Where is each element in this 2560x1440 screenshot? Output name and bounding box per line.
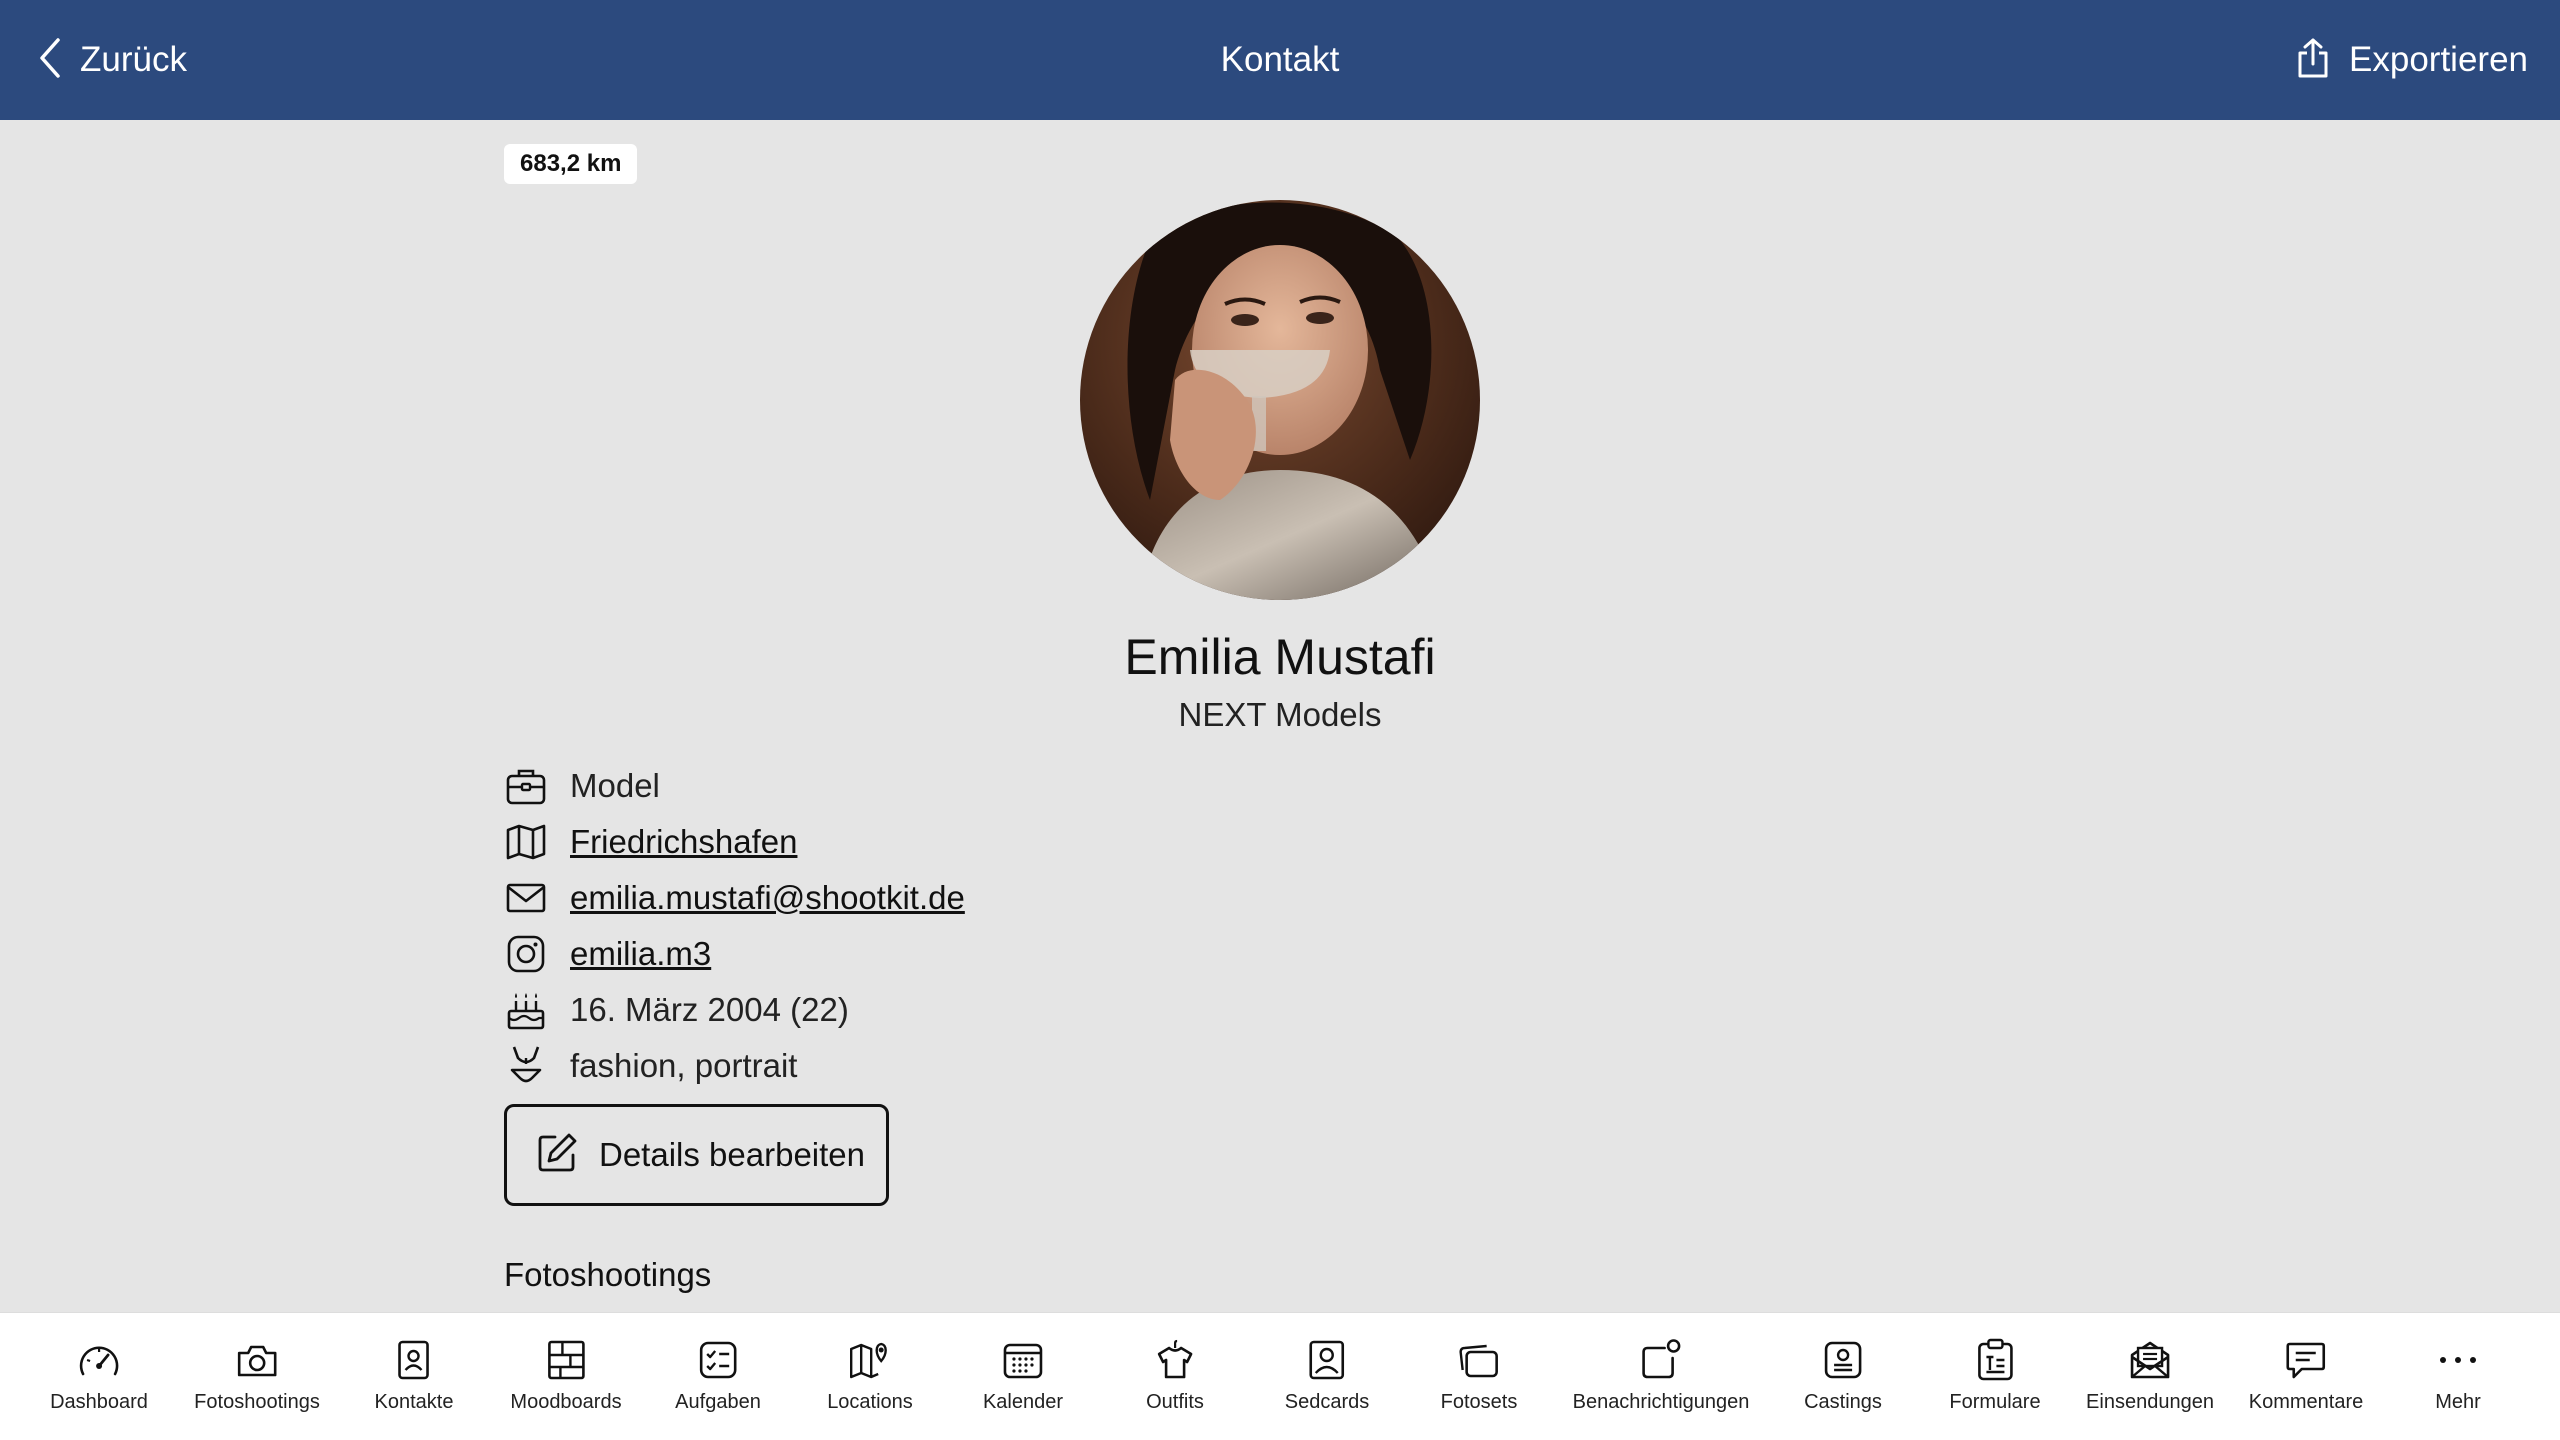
tab-sedcards[interactable]: Sedcards (1284, 1313, 1370, 1440)
tab-mehr[interactable]: Mehr (2435, 1313, 2481, 1440)
role-text: Model (570, 767, 660, 804)
tab-label: Benachrichtigungen (1572, 1391, 1750, 1413)
tab-fotoshootings[interactable]: Fotoshootings (194, 1313, 320, 1440)
calendar-icon (1000, 1337, 1046, 1383)
tab-benachrichtigungen[interactable]: Benachrichtigungen (1572, 1313, 1750, 1440)
shirt-icon (1152, 1337, 1198, 1383)
swimwear-icon (504, 1044, 548, 1088)
distance-badge: 683,2 km (504, 144, 638, 184)
clipboard-form-icon (1972, 1337, 2018, 1383)
briefcase-icon (504, 764, 548, 808)
company-name: NEXT Models (1178, 696, 1382, 733)
city-link[interactable]: Friedrichshafen (570, 823, 797, 861)
back-button-label: Zurück (80, 40, 187, 79)
tab-label: Kommentare (2248, 1391, 2364, 1413)
tab-einsendungen[interactable]: Einsendungen (2086, 1313, 2214, 1440)
chevron-left-icon (38, 37, 62, 84)
email-row: emilia.mustafi@shootkit.de (504, 870, 965, 926)
notification-icon (1638, 1337, 1684, 1383)
tab-label: Sedcards (1284, 1391, 1370, 1413)
contact-details-list: Model Friedrichshafen emilia.mustafi@sho… (504, 758, 965, 1094)
tab-locations[interactable]: Locations (827, 1313, 913, 1440)
categories-row: fashion, portrait (504, 1038, 965, 1094)
bottom-tab-bar: Dashboard Fotoshootings Kontakte Moodboa… (0, 1312, 2560, 1440)
export-button-label: Exportieren (2349, 40, 2528, 79)
tab-label: Kontakte (374, 1391, 454, 1413)
role-row: Model (504, 758, 965, 814)
birthday-cake-icon (504, 988, 548, 1032)
back-button[interactable]: Zurück (38, 0, 187, 120)
edit-pencil-icon (535, 1131, 579, 1180)
tab-fotosets[interactable]: Fotosets (1440, 1313, 1518, 1440)
comment-icon (2283, 1337, 2329, 1383)
tab-castings[interactable]: Castings (1804, 1313, 1882, 1440)
tab-label: Fotoshootings (194, 1391, 320, 1413)
tab-label: Castings (1804, 1391, 1882, 1413)
edit-details-label: Details bearbeiten (599, 1136, 865, 1173)
checklist-icon (695, 1337, 741, 1383)
tab-label: Outfits (1146, 1391, 1204, 1413)
city-row: Friedrichshafen (504, 814, 965, 870)
birthday-row: 16. März 2004 (22) (504, 982, 965, 1038)
edit-details-button[interactable]: Details bearbeiten (504, 1104, 889, 1206)
tab-kontakte[interactable]: Kontakte (374, 1313, 454, 1440)
page-title: Kontakt (1220, 40, 1340, 79)
ellipsis-icon (2435, 1337, 2481, 1383)
email-link[interactable]: emilia.mustafi@shootkit.de (570, 879, 965, 917)
tab-label: Aufgaben (675, 1391, 761, 1413)
photo-stack-icon (1456, 1337, 1502, 1383)
tab-label: Moodboards (510, 1391, 622, 1413)
instagram-icon (504, 932, 548, 976)
instagram-link[interactable]: emilia.m3 (570, 935, 711, 973)
tab-label: Fotosets (1440, 1391, 1518, 1413)
tab-moodboards[interactable]: Moodboards (510, 1313, 622, 1440)
tab-label: Kalender (982, 1391, 1064, 1413)
contact-card-icon (391, 1337, 437, 1383)
moodboard-icon (543, 1337, 589, 1383)
instagram-row: emilia.m3 (504, 926, 965, 982)
tab-label: Formulare (1949, 1391, 2041, 1413)
categories-text: fashion, portrait (570, 1047, 798, 1084)
tab-formulare[interactable]: Formulare (1949, 1313, 2041, 1440)
tab-label: Mehr (2435, 1391, 2481, 1413)
envelope-open-icon (2127, 1337, 2173, 1383)
tab-kommentare[interactable]: Kommentare (2248, 1313, 2364, 1440)
tab-dashboard[interactable]: Dashboard (50, 1313, 148, 1440)
gauge-icon (76, 1337, 122, 1383)
portrait-card-icon (1304, 1337, 1350, 1383)
tab-aufgaben[interactable]: Aufgaben (675, 1313, 761, 1440)
share-icon (2295, 37, 2331, 84)
envelope-icon (504, 876, 548, 920)
tab-label: Einsendungen (2086, 1391, 2214, 1413)
map-pin-icon (847, 1337, 893, 1383)
photoshoots-section-title: Fotoshootings (504, 1256, 712, 1293)
tab-label: Dashboard (50, 1391, 148, 1413)
top-navigation-bar: Zurück Kontakt Exportieren (0, 0, 2560, 120)
camera-icon (234, 1337, 280, 1383)
tab-outfits[interactable]: Outfits (1146, 1313, 1204, 1440)
tab-label: Locations (827, 1391, 913, 1413)
tab-kalender[interactable]: Kalender (983, 1313, 1063, 1440)
contact-name: Emilia Mustafi (1124, 629, 1436, 685)
casting-icon (1820, 1337, 1866, 1383)
export-button[interactable]: Exportieren (2295, 0, 2528, 120)
avatar (1080, 200, 1480, 600)
map-icon (504, 820, 548, 864)
birthday-text: 16. März 2004 (22) (570, 991, 849, 1028)
